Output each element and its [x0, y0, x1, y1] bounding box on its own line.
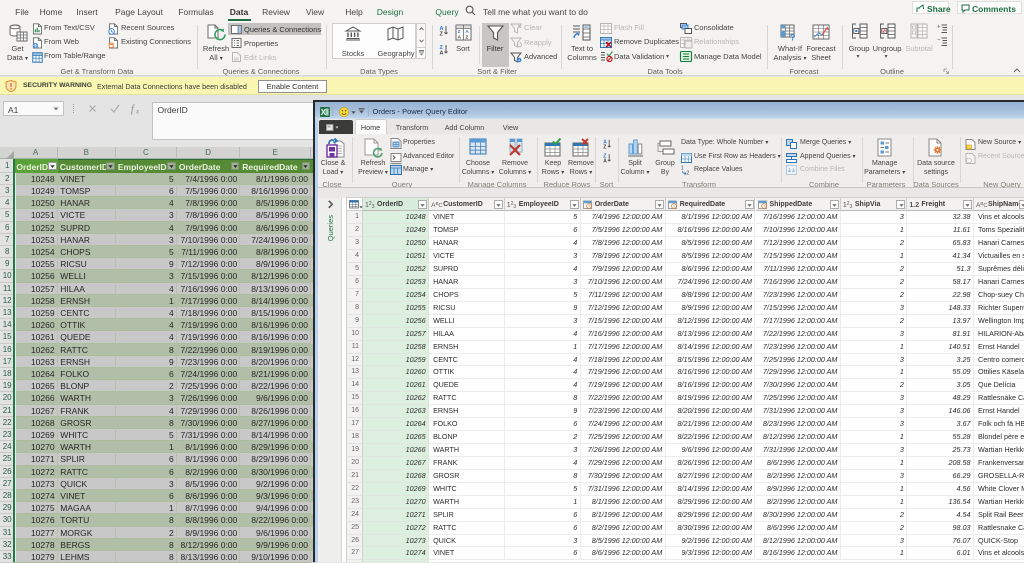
svg-text:+: +: [937, 25, 941, 31]
svg-text:Z: Z: [465, 35, 468, 40]
svg-text:Z: Z: [603, 144, 606, 150]
svg-text:X: X: [321, 108, 327, 117]
svg-text:?: ?: [790, 33, 796, 43]
svg-text:−: −: [937, 37, 941, 43]
svg-text:2: 2: [687, 170, 690, 176]
svg-text:f: f: [131, 104, 135, 115]
svg-text:1: 1: [681, 165, 684, 171]
svg-text:Z: Z: [458, 29, 461, 34]
